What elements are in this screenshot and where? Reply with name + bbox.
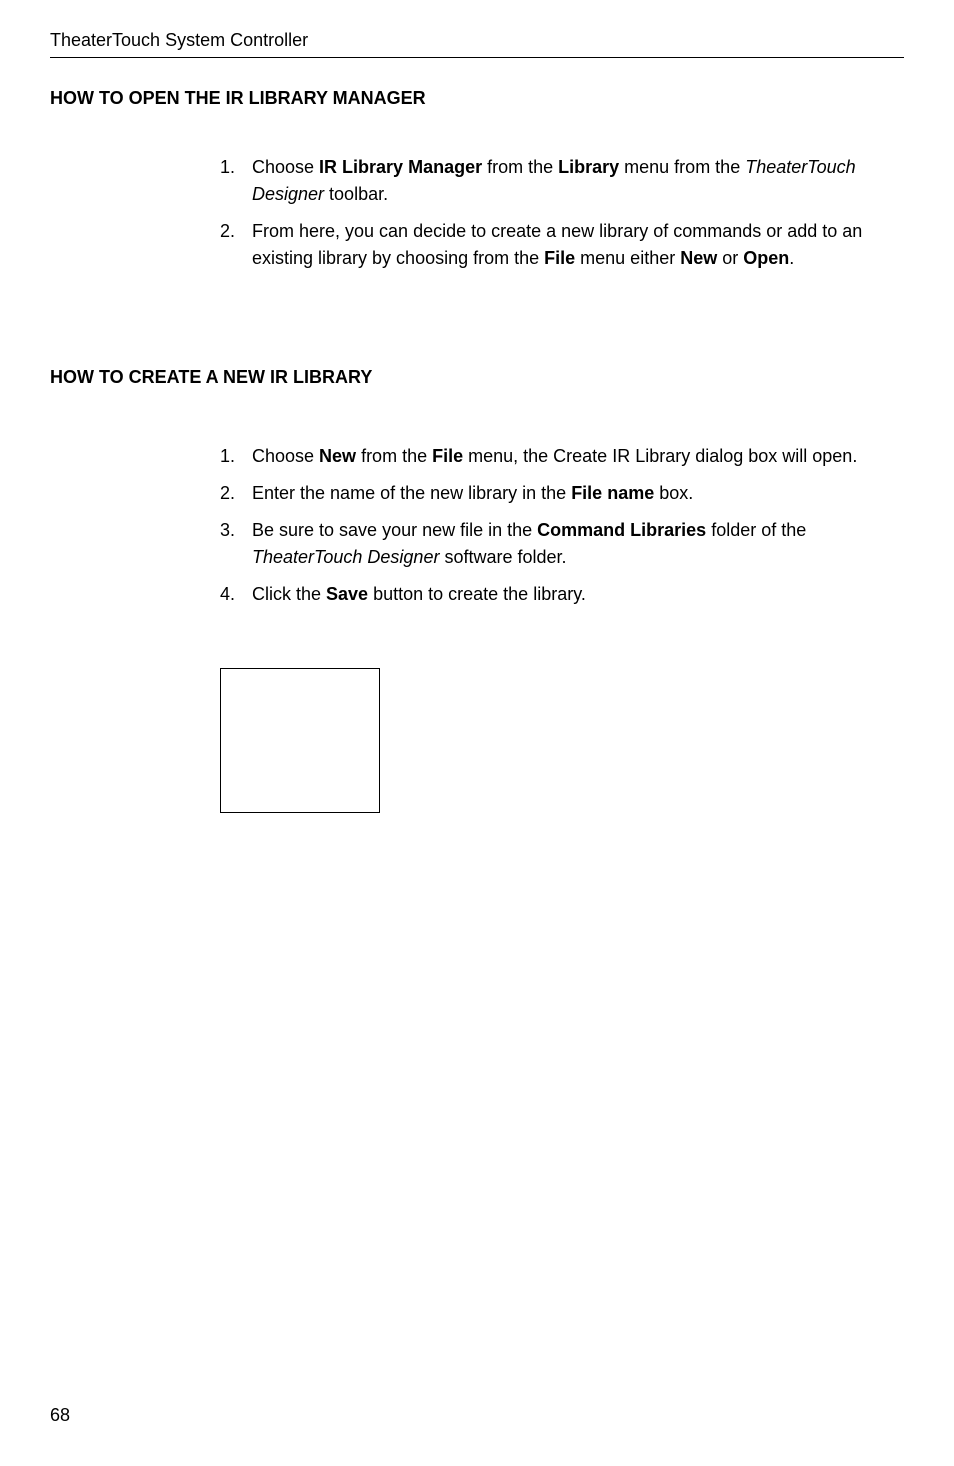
text: button to create the library. (368, 584, 586, 604)
list-content: Choose New from the File menu, the Creat… (252, 443, 884, 470)
section-1-list: 1. Choose IR Library Manager from the Li… (220, 154, 884, 272)
text: from the (356, 446, 432, 466)
text: folder of the (706, 520, 806, 540)
text: toolbar. (324, 184, 388, 204)
text: menu either (575, 248, 680, 268)
text: menu, the Create IR Library dialog box w… (463, 446, 857, 466)
list-content: Be sure to save your new file in the Com… (252, 517, 884, 571)
bold-text: File (432, 446, 463, 466)
list-content: Choose IR Library Manager from the Libra… (252, 154, 884, 208)
list-number: 1. (220, 443, 252, 470)
list-item: 2. From here, you can decide to create a… (220, 218, 884, 272)
italic-text: TheaterTouch Designer (252, 547, 439, 567)
text: box. (654, 483, 693, 503)
page-number: 68 (50, 1405, 70, 1426)
bold-text: Command Libraries (537, 520, 706, 540)
list-item: 1. Choose IR Library Manager from the Li… (220, 154, 884, 208)
bold-text: Open (743, 248, 789, 268)
image-placeholder (220, 668, 380, 813)
text: or (717, 248, 743, 268)
list-item: 1. Choose New from the File menu, the Cr… (220, 443, 884, 470)
bold-text: File (544, 248, 575, 268)
text: Enter the name of the new library in the (252, 483, 571, 503)
text: Be sure to save your new file in the (252, 520, 537, 540)
list-item: 4. Click the Save button to create the l… (220, 581, 884, 608)
header-divider (50, 57, 904, 58)
bold-text: New (680, 248, 717, 268)
bold-text: Save (326, 584, 368, 604)
text: Choose (252, 446, 319, 466)
document-header: TheaterTouch System Controller (50, 30, 904, 51)
list-number: 4. (220, 581, 252, 608)
list-item: 3. Be sure to save your new file in the … (220, 517, 884, 571)
list-content: Click the Save button to create the libr… (252, 581, 884, 608)
text: software folder. (439, 547, 566, 567)
text: from the (482, 157, 558, 177)
bold-text: IR Library Manager (319, 157, 482, 177)
list-content: Enter the name of the new library in the… (252, 480, 884, 507)
list-number: 3. (220, 517, 252, 571)
text: . (789, 248, 794, 268)
section-2-list: 1. Choose New from the File menu, the Cr… (220, 443, 884, 608)
bold-text: Library (558, 157, 619, 177)
list-number: 2. (220, 218, 252, 272)
list-number: 2. (220, 480, 252, 507)
list-item: 2. Enter the name of the new library in … (220, 480, 884, 507)
list-number: 1. (220, 154, 252, 208)
text: Click the (252, 584, 326, 604)
bold-text: File name (571, 483, 654, 503)
section-2-heading: HOW TO CREATE A NEW IR LIBRARY (50, 367, 904, 388)
list-content: From here, you can decide to create a ne… (252, 218, 884, 272)
text: Choose (252, 157, 319, 177)
section-1-heading: HOW TO OPEN THE IR LIBRARY MANAGER (50, 88, 904, 109)
text: menu from the (619, 157, 745, 177)
bold-text: New (319, 446, 356, 466)
